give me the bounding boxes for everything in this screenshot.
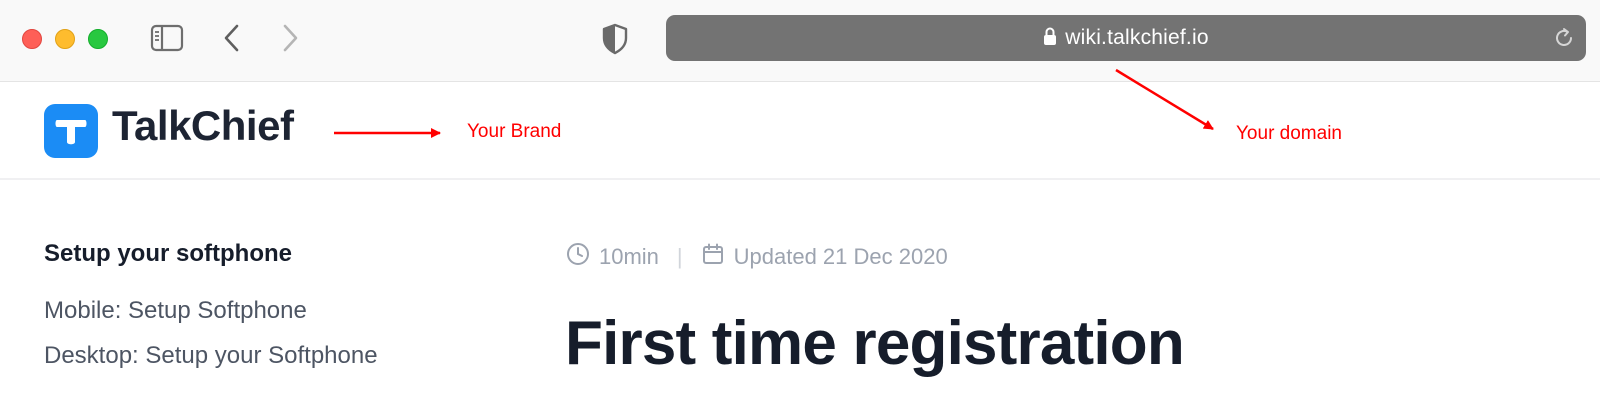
- shield-icon[interactable]: [600, 22, 630, 56]
- chevron-right-icon[interactable]: [276, 22, 304, 54]
- address-bar[interactable]: wiki.talkchief.io: [666, 15, 1586, 61]
- chevron-left-icon[interactable]: [218, 22, 246, 54]
- brand-logo-icon[interactable]: [44, 104, 98, 158]
- article-meta: 10min | Updated 21 Dec 2020: [566, 242, 948, 272]
- close-window-button[interactable]: [22, 29, 42, 49]
- lock-icon: [1043, 26, 1057, 51]
- reload-icon[interactable]: [1552, 26, 1576, 50]
- zoom-window-button[interactable]: [88, 29, 108, 49]
- brand-name[interactable]: TalkChief: [112, 102, 294, 150]
- read-time: 10min: [599, 244, 659, 269]
- calendar-icon: [701, 242, 725, 272]
- sidebar-heading: Setup your softphone: [44, 240, 292, 267]
- article-title: First time registration: [565, 309, 1185, 378]
- url-text: wiki.talkchief.io: [1065, 26, 1209, 49]
- minimize-window-button[interactable]: [55, 29, 75, 49]
- meta-divider: |: [676, 244, 683, 269]
- clock-icon: [566, 242, 590, 272]
- domain-annotation-label: Your domain: [1236, 123, 1342, 144]
- brand-annotation-label: Your Brand: [467, 121, 562, 142]
- sidebar-link-mobile[interactable]: Mobile: Setup Softphone: [44, 297, 307, 325]
- sidebar-link-desktop[interactable]: Desktop: Setup your Softphone: [44, 342, 378, 370]
- site-header: TalkChief: [0, 82, 1600, 180]
- sidebar-toggle-icon[interactable]: [150, 24, 184, 52]
- browser-toolbar: wiki.talkchief.io: [0, 0, 1600, 82]
- updated-date: Updated 21 Dec 2020: [733, 244, 948, 269]
